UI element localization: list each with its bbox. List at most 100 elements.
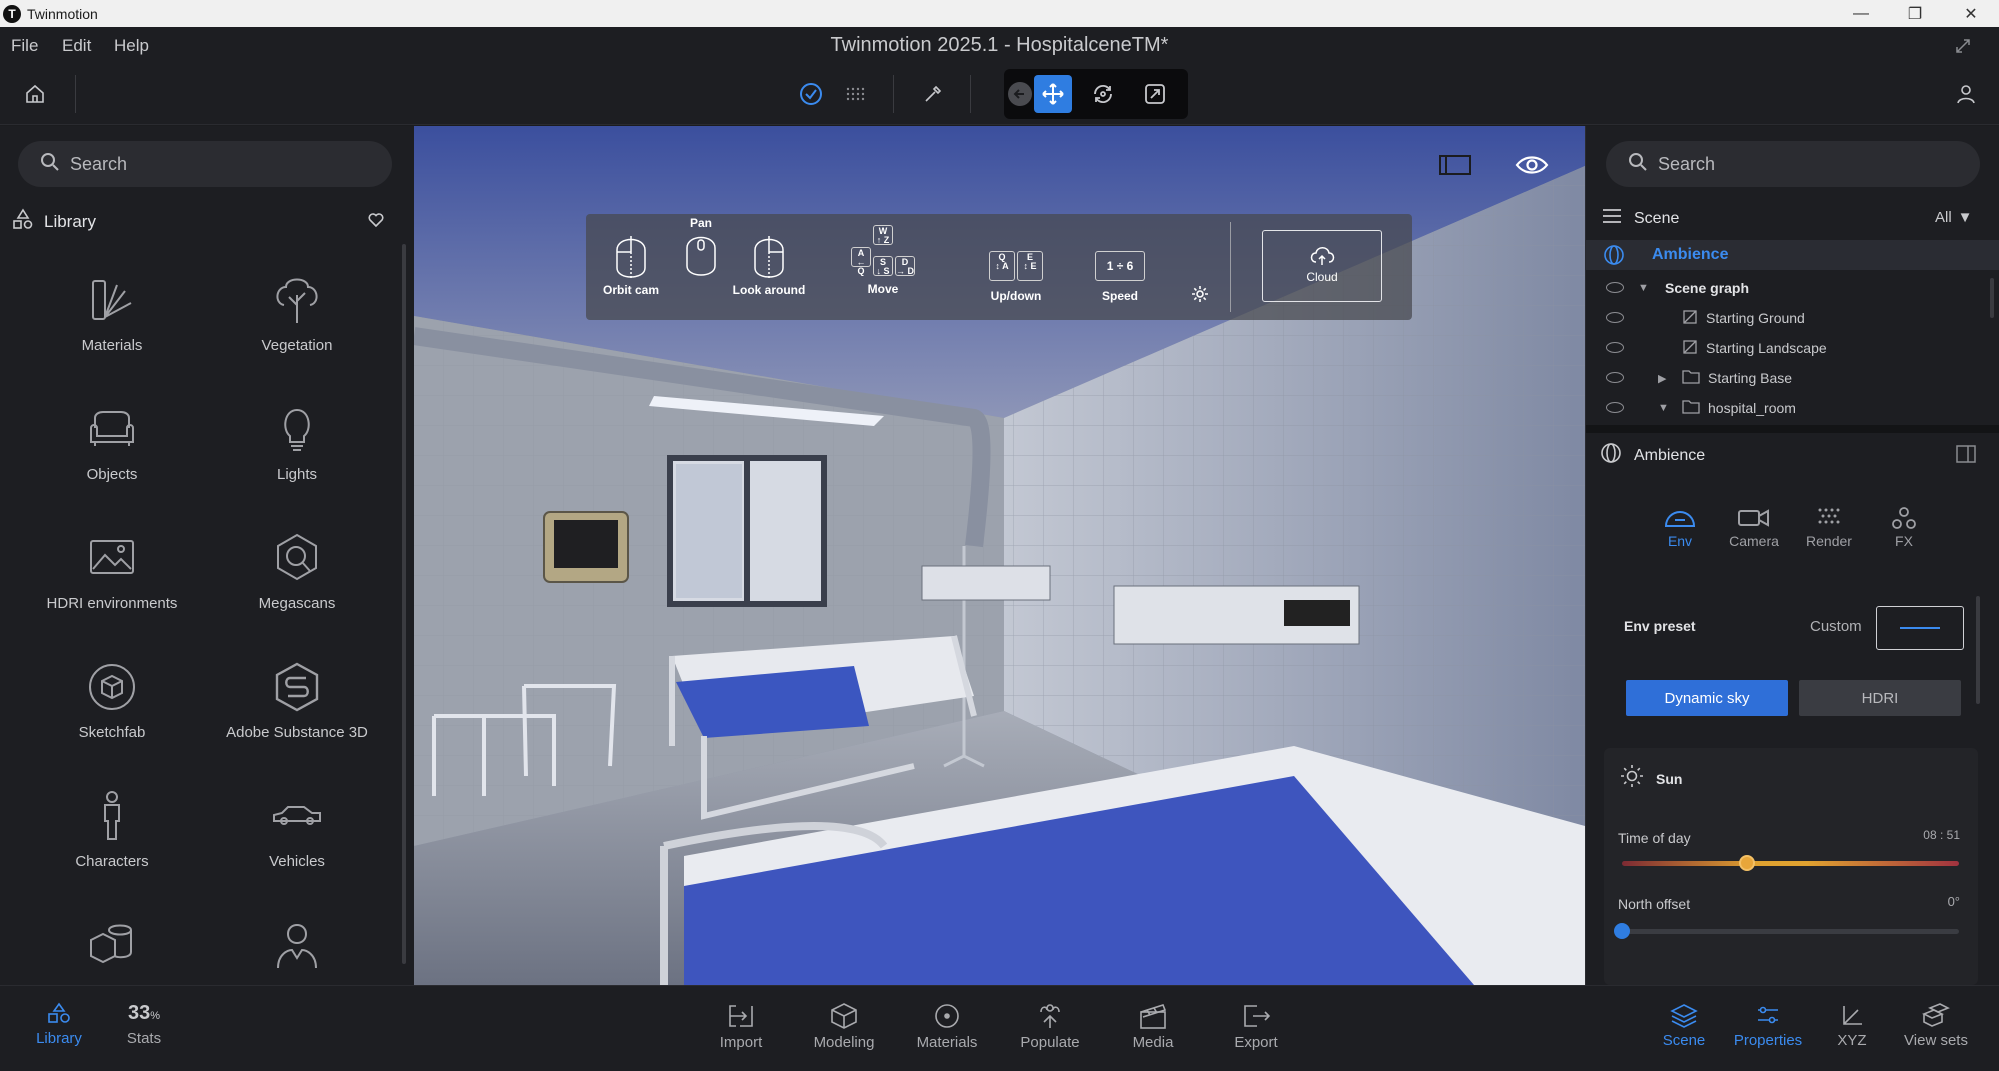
close-button[interactable]: ✕ [1945,0,1997,27]
tab-fx[interactable]: FX [1868,506,1940,549]
bottom-library-button[interactable]: Library [16,1002,102,1047]
env-preset-thumbnail[interactable] [1876,606,1964,650]
globe-icon [1600,442,1622,469]
panel-splitter[interactable] [1586,425,1999,433]
tree-scrollbar[interactable] [1990,278,1994,318]
camera-icon [1738,509,1769,527]
menu-help[interactable]: Help [114,36,149,56]
library-item-characters[interactable]: Characters [22,789,202,899]
view-sets-toggle-button[interactable]: View sets [1893,1002,1979,1049]
cubes-icon [90,924,132,964]
tree-row-starting-ground[interactable]: Starting Ground [1586,303,1999,333]
library-item-materials[interactable]: Materials [22,273,202,383]
home-icon[interactable] [18,77,52,111]
library-item-lights[interactable]: Lights [207,402,387,512]
tree-row-starting-base[interactable]: ▶ Starting Base [1586,363,1999,393]
menu-file[interactable]: File [11,36,38,56]
library-item-hdri[interactable]: HDRI environments [22,531,202,641]
folder-icon [1682,399,1700,417]
import-button[interactable]: Import [698,1002,784,1051]
expand-arrow-icon[interactable]: ▼ [1658,402,1669,414]
hdri-button[interactable]: HDRI [1799,680,1961,716]
library-item-vegetation[interactable]: Vegetation [207,273,387,383]
3d-viewport[interactable]: Orbit cam Pan Look around W ↑ Z A ← QS ↓ SD… [414,126,1585,985]
populate-button[interactable]: Populate [1007,1002,1093,1051]
fullscreen-icon[interactable] [1950,33,1976,59]
library-item-sketchfab[interactable]: Sketchfab [22,660,202,770]
library-search-input[interactable]: Search [18,141,392,187]
library-item-people-partial[interactable] [270,918,324,977]
substance-icon [275,662,319,712]
xyz-toggle-button[interactable]: XYZ [1809,1002,1895,1049]
sketchfab-icon [89,664,135,710]
cloud-button[interactable]: Cloud [1262,230,1382,302]
north-offset-slider[interactable] [1622,929,1959,934]
properties-toggle-button[interactable]: Properties [1725,1002,1811,1049]
export-button[interactable]: Export [1213,1002,1299,1051]
cube-icon [831,1003,857,1029]
tree-row-hospital-room[interactable]: ▼ hospital_room [1586,393,1999,423]
maximize-button[interactable]: ❐ [1889,0,1941,27]
eye-icon[interactable] [1606,342,1624,353]
move-navigation-button[interactable] [1034,75,1072,113]
eye-icon[interactable] [1606,312,1624,323]
user-account-icon[interactable] [1949,77,1983,111]
library-item-label: Vehicles [269,853,325,870]
selection-check-icon[interactable] [794,77,828,111]
tree-row-starting-landscape[interactable]: Starting Landscape [1586,333,1999,363]
lightbulb-icon [284,408,310,451]
expand-arrow-icon[interactable]: ▶ [1658,372,1666,385]
frame-view-icon[interactable] [1138,77,1172,111]
menu-edit[interactable]: Edit [62,36,91,56]
export-icon [1244,1005,1271,1027]
tab-env[interactable]: Env [1644,506,1716,549]
dome-icon [1664,511,1696,527]
orbit-icon[interactable] [1086,77,1120,111]
sun-header: Sun [1620,764,1682,793]
expand-arrow-icon[interactable]: ▼ [1638,282,1649,294]
grid-snap-icon[interactable] [838,77,872,111]
eye-icon[interactable] [1606,282,1624,293]
favorites-heart-icon[interactable] [364,208,388,232]
scene-search-input[interactable]: Search [1606,141,1980,187]
eyedropper-icon[interactable] [916,77,950,111]
materials-button[interactable]: Materials [904,1002,990,1051]
library-item-tools-partial[interactable] [85,918,139,977]
library-item-label: Materials [81,337,143,354]
north-offset-label: North offset [1618,896,1691,912]
library-item-objects[interactable]: Objects [22,402,202,512]
time-of-day-slider[interactable] [1622,861,1959,866]
tab-camera[interactable]: Camera [1718,506,1790,549]
scene-toggle-button[interactable]: Scene [1641,1002,1727,1049]
back-arrow-icon[interactable] [1004,78,1036,110]
modeling-button[interactable]: Modeling [801,1002,887,1051]
time-of-day-handle[interactable] [1738,855,1755,871]
properties-scrollbar[interactable] [1976,596,1980,704]
dynamic-sky-button[interactable]: Dynamic sky [1626,680,1788,716]
north-offset-value: 0° [1947,894,1960,909]
scene-filter-dropdown[interactable]: All ▼ [1935,209,1973,226]
eye-icon[interactable] [1606,402,1624,413]
library-item-label: Adobe Substance 3D [226,724,368,741]
bottom-stats-button[interactable]: 33% Stats [101,1002,187,1047]
tree-row-ambience[interactable]: Ambience [1586,240,1999,270]
sun-section: Sun Time of day 08 : 51 North offset 0° [1604,748,1978,985]
tab-render[interactable]: Render [1793,506,1865,549]
tree-icon [276,278,318,323]
eye-icon[interactable] [1606,372,1624,383]
mouse-right-icon [754,236,784,278]
split-view-icon[interactable] [1954,444,1978,464]
library-item-substance[interactable]: Adobe Substance 3D [207,660,387,770]
north-offset-handle[interactable] [1614,923,1630,939]
media-button[interactable]: Media [1110,1002,1196,1051]
library-item-megascans[interactable]: Megascans [207,531,387,641]
library-scrollbar[interactable] [402,244,406,964]
library-item-vehicles[interactable]: Vehicles [207,789,387,899]
settings-gear-icon[interactable] [1190,284,1210,304]
move-help: W ↑ Z A ← QS ↓ SD → D Move [848,224,918,296]
visibility-eye-icon[interactable] [1512,148,1552,182]
tree-row-scene-graph[interactable]: ▼ Scene graph [1586,273,1999,303]
speed-help: 1 ÷ 6 Speed [1092,250,1148,303]
panel-toggle-icon[interactable] [1438,150,1472,180]
minimize-button[interactable]: — [1835,0,1887,27]
